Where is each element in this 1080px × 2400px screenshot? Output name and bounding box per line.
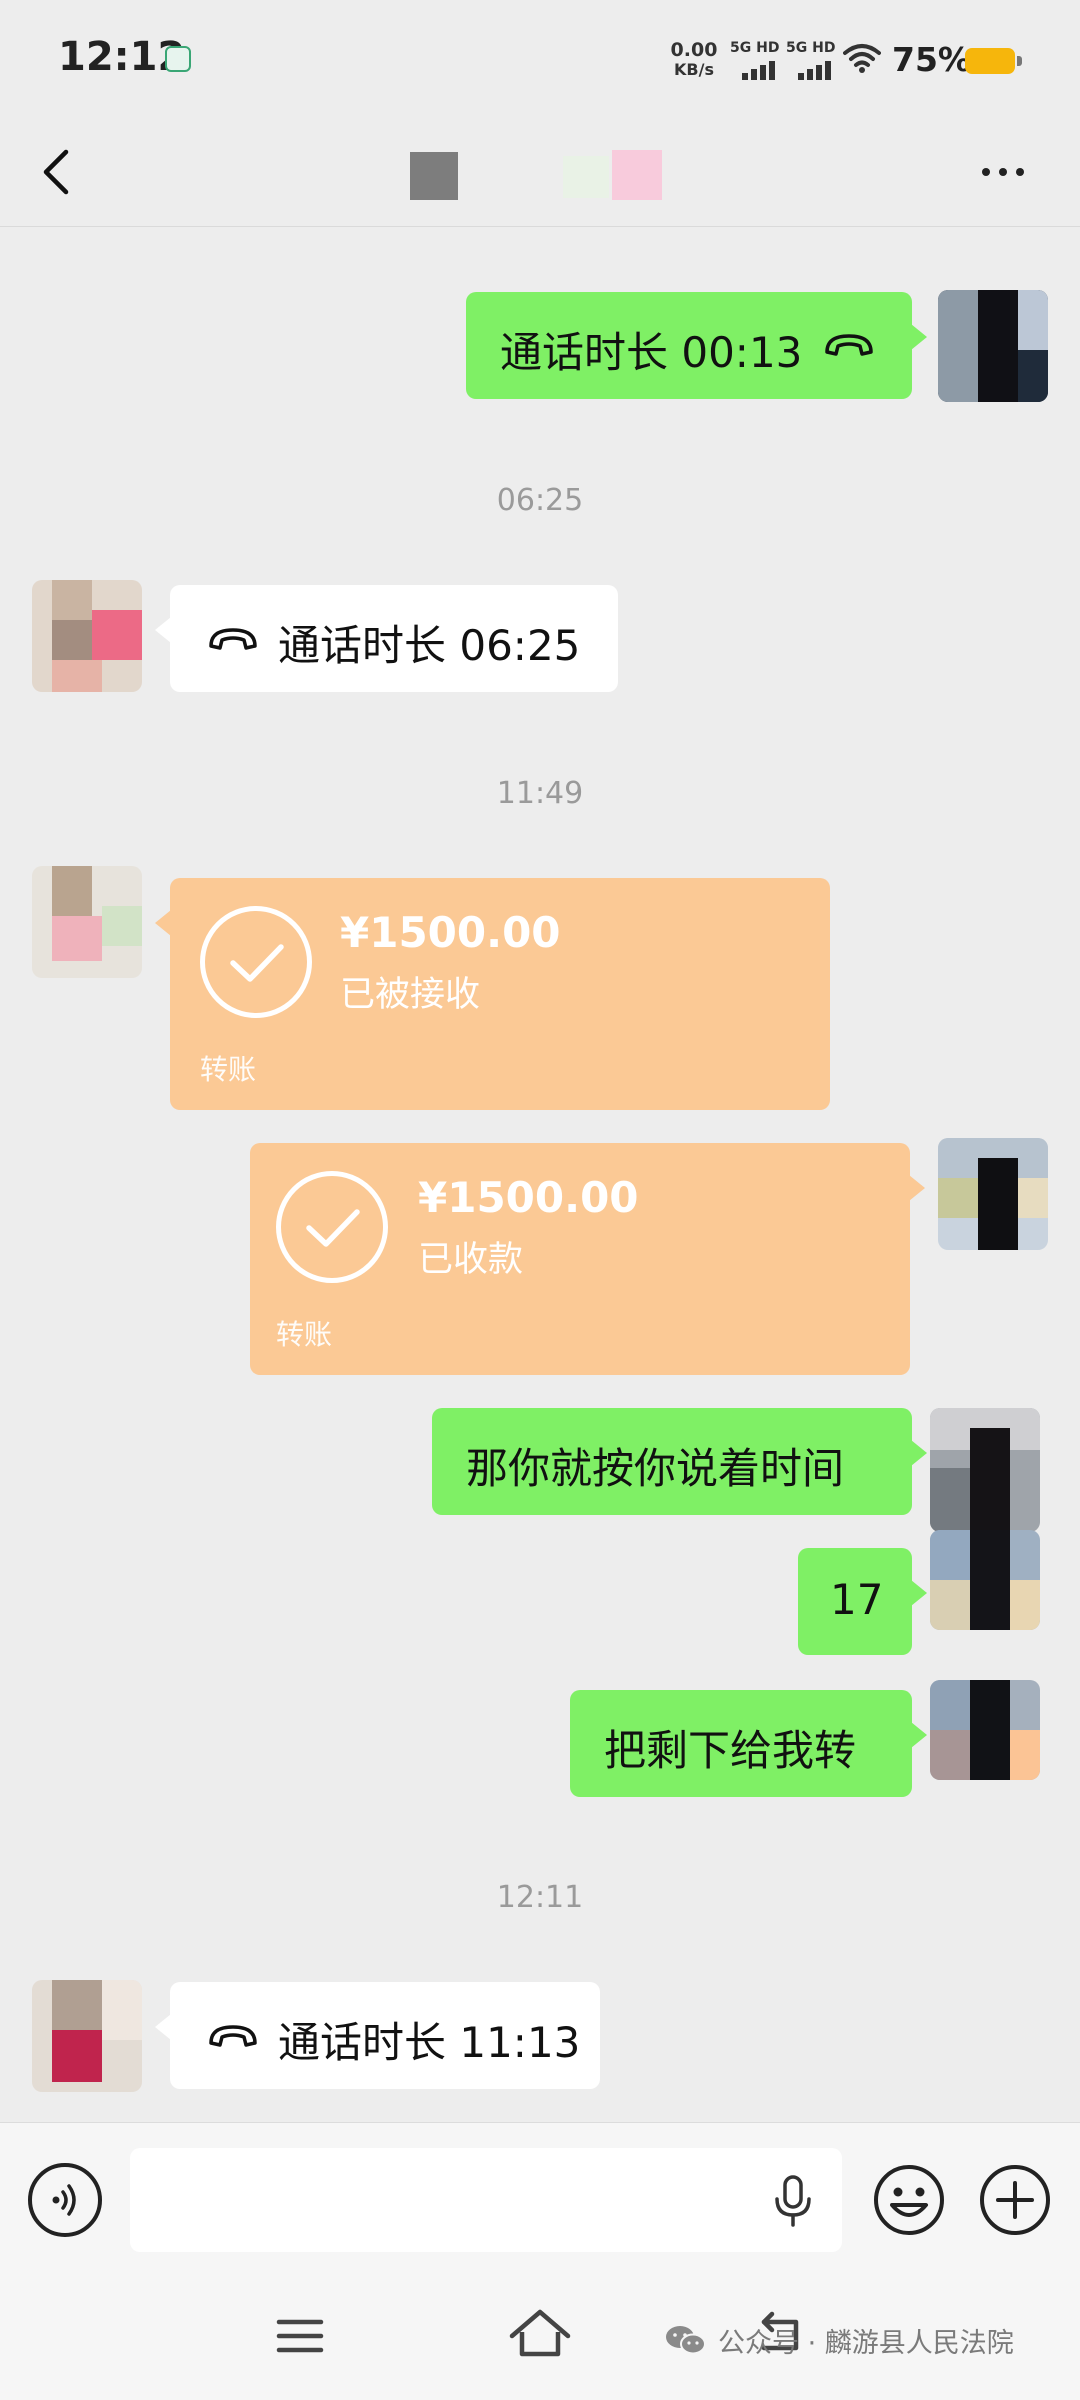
transfer-amount: ¥1500.00: [418, 1173, 639, 1222]
message-text: 把剩下给我转: [604, 1726, 857, 1775]
network-speed: 0.00 KB/s: [664, 40, 724, 80]
message-text: 那你就按你说着时间: [466, 1444, 845, 1493]
check-circle-icon: [200, 906, 312, 1018]
call-duration-text: 通话时长 00:13: [500, 328, 803, 377]
mic-icon[interactable]: [768, 2173, 818, 2229]
my-avatar[interactable]: [938, 290, 1048, 402]
input-bar: [0, 2122, 1080, 2277]
sent-text-message[interactable]: 那你就按你说着时间: [432, 1408, 927, 1515]
transfer-label: 转账: [200, 1053, 257, 1086]
message-text: 17: [830, 1575, 884, 1624]
more-dot: [1016, 168, 1024, 176]
timestamp: 06:25: [496, 483, 584, 518]
signal-1: 5G HD: [730, 40, 788, 80]
received-call-message[interactable]: 通话时长 06:25: [155, 585, 618, 692]
received-call-message[interactable]: 通话时长 11:13: [155, 1982, 600, 2089]
contact-name-blurred: [410, 152, 458, 200]
transfer-status: 已收款: [418, 1240, 524, 1280]
sent-call-message[interactable]: 通话时长 00:13: [466, 292, 927, 399]
sent-text-message[interactable]: 17: [798, 1548, 927, 1655]
contact-name-blurred: [612, 150, 662, 200]
transfer-amount: ¥1500.00: [340, 908, 561, 957]
transfer-status: 已被接收: [340, 975, 481, 1015]
menu-icon[interactable]: [275, 2314, 325, 2358]
contact-avatar[interactable]: [32, 1980, 142, 2092]
my-avatar[interactable]: [930, 1530, 1040, 1630]
received-transfer-message[interactable]: ¥1500.00 已被接收 转账: [155, 878, 830, 1110]
sent-transfer-message[interactable]: ¥1500.00 已收款 转账: [250, 1143, 925, 1375]
chat-header: [0, 120, 1080, 227]
more-options-button[interactable]: [968, 142, 1038, 202]
call-duration-text: 通话时长 11:13: [278, 2018, 581, 2067]
message-input[interactable]: [130, 2148, 842, 2252]
phone-hangup-icon: [209, 628, 257, 650]
plus-button[interactable]: [978, 2163, 1052, 2237]
voice-icon: [52, 2184, 76, 2216]
network-speed-unit: KB/s: [674, 60, 714, 79]
call-duration-text: 通话时长 06:25: [278, 621, 581, 670]
signal-2-label: 5G HD: [786, 40, 836, 56]
contact-avatar[interactable]: [32, 866, 142, 978]
battery-icon: [965, 48, 1022, 74]
network-speed-value: 0.00: [670, 39, 718, 61]
more-dot: [982, 168, 990, 176]
signal-bars-icon: [798, 61, 831, 80]
wifi-icon: [843, 44, 881, 73]
battery-percent: 75%: [892, 40, 971, 79]
back-button[interactable]: [30, 132, 90, 208]
timestamp: 11:49: [496, 776, 584, 811]
more-dot: [999, 168, 1007, 176]
my-avatar[interactable]: [930, 1680, 1040, 1780]
voice-input-button[interactable]: [28, 2163, 102, 2237]
signal-bars-icon: [742, 61, 775, 80]
app-notification-icon: [165, 46, 191, 72]
status-bar: 12:12 0.00 KB/s 5G HD 5G HD 75%: [0, 0, 1080, 120]
phone-hangup-icon: [209, 2025, 257, 2047]
contact-name-blurred: [563, 156, 609, 198]
sent-text-message[interactable]: 把剩下给我转: [570, 1690, 927, 1797]
home-icon[interactable]: [508, 2306, 572, 2362]
watermark-text: 公众号 · 麟游县人民法院: [718, 2327, 1014, 2359]
emoji-button[interactable]: [872, 2163, 946, 2237]
my-avatar[interactable]: [930, 1408, 1040, 1532]
my-avatar[interactable]: [938, 1138, 1048, 1250]
wechat-icon: [666, 2326, 706, 2355]
timestamp: 12:11: [496, 1880, 584, 1915]
signal-1-label: 5G HD: [730, 40, 780, 56]
watermark: 公众号 · 麟游县人民法院: [664, 2319, 1014, 2361]
transfer-label: 转账: [276, 1318, 333, 1351]
contact-avatar[interactable]: [32, 580, 142, 692]
signal-2: 5G HD: [786, 40, 844, 80]
check-circle-icon: [276, 1171, 388, 1283]
phone-hangup-icon: [825, 334, 873, 356]
